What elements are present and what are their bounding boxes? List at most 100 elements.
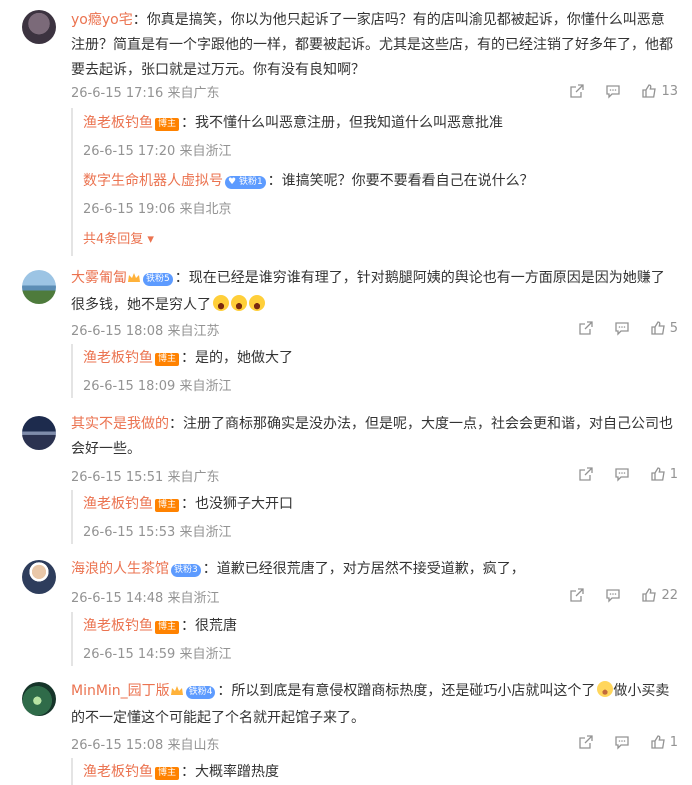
comment-username[interactable]: 海浪的人生茶馆 — [71, 561, 169, 577]
reply-username[interactable]: 渔老板钓鱼 — [83, 350, 153, 366]
crown-icon — [127, 268, 141, 293]
avatar[interactable] — [22, 682, 56, 716]
grimace-emoji-icon — [597, 681, 614, 697]
blogger-badge: 博主 — [155, 353, 180, 366]
comment-actions: 13 — [569, 83, 678, 99]
blogger-badge: 博主 — [155, 118, 180, 131]
thumbs-up-icon — [651, 467, 665, 481]
comment-item: MinMin_园丁版 铁粉4 ：所以到底是有意侵权蹭商标热度，还是碰巧小店就叫这个了… — [0, 676, 692, 785]
comment-username[interactable]: MinMin_园丁版 — [71, 683, 170, 699]
comment-body: 所以到底是有意侵权蹭商标热度，还是碰巧小店就叫这个了 — [231, 683, 596, 699]
reply-body: 我不懂什么叫恶意注册，但我知道什么叫恶意批准 — [195, 115, 504, 131]
comment-actions: 5 — [578, 320, 678, 336]
reply-username[interactable]: 渔老板钓鱼 — [83, 618, 153, 634]
reply-body: 也没狮子大开口 — [195, 496, 294, 512]
blogger-badge: 博主 — [155, 767, 180, 780]
reply-list: 渔老板钓鱼 博主 ：我不懂什么叫恶意注册，但我知道什么叫恶意批准 26-6-15 1… — [71, 108, 679, 256]
reply-username[interactable]: 数字生命机器人虚拟号 — [83, 173, 223, 189]
comment-icon — [615, 322, 629, 336]
reply-time: 26-6-15 17:20 来自浙江 — [83, 144, 232, 159]
comment-actions: 1 — [578, 466, 678, 482]
reply-body: 大概率蹭热度 — [195, 764, 280, 780]
reply-item: 渔老板钓鱼 博主 ：大概率蹭热度 — [83, 764, 280, 780]
comment-time: 26-6-15 15:08 来自山东 — [71, 738, 220, 753]
like-button[interactable]: 22 — [641, 587, 678, 603]
avatar[interactable] — [22, 270, 56, 304]
comment-button[interactable] — [614, 466, 630, 482]
fan-badge: 铁粉5 — [143, 273, 173, 286]
comment-body: 你真是搞笑，你以为他只起诉了一家店吗？有的店叫渝见都被起诉，你懂什么叫恶意注册？… — [71, 12, 673, 78]
like-count: 1 — [669, 734, 678, 750]
thumbs-up-icon — [651, 735, 665, 749]
share-button[interactable] — [578, 466, 594, 482]
reply-list: 渔老板钓鱼 博主 ：也没狮子大开口 26-6-15 15:53 来自浙江 — [71, 490, 679, 544]
reply-time: 26-6-15 18:09 来自浙江 — [83, 379, 232, 394]
reply-time: 26-6-15 19:06 来自北京 — [83, 202, 232, 217]
comment-button[interactable] — [605, 587, 621, 603]
reply-body: 是的，她做大了 — [195, 350, 294, 366]
share-icon — [570, 588, 585, 602]
fan-badge: ♥ 铁粉1 — [225, 176, 266, 189]
comment-text: MinMin_园丁版 铁粉4 ：所以到底是有意侵权蹭商标热度，还是碰巧小店就叫这个了… — [71, 681, 670, 726]
thumbs-up-icon — [651, 321, 665, 335]
reply-item: 数字生命机器人虚拟号 ♥ 铁粉1 ：谁搞笑呢？你要不要看看自己在说什么？ 26-6-… — [83, 170, 679, 217]
share-icon — [579, 321, 593, 335]
comment-text: 海浪的人生茶馆 铁粉3 ：道歉已经很荒唐了，对方居然不接受道歉，疯了， — [71, 561, 525, 577]
comment-icon — [615, 736, 629, 750]
like-count: 13 — [661, 83, 678, 99]
comment-time: 26-6-15 15:51 来自广东 — [71, 470, 220, 485]
share-icon — [570, 84, 585, 98]
share-button[interactable] — [569, 83, 585, 99]
comment-item: 其实不是我做的：注册了商标那确实是没办法，但是呢，大度一点，社会会更和谐，对自己… — [0, 408, 692, 548]
avatar[interactable] — [22, 416, 56, 450]
comment-username[interactable]: 大雾匍匐 — [71, 270, 127, 286]
like-button[interactable]: 1 — [650, 466, 678, 482]
comment-username[interactable]: yo瘾yo宅 — [71, 12, 133, 28]
share-button[interactable] — [569, 587, 585, 603]
comment-time: 26-6-15 14:48 来自浙江 — [71, 591, 220, 606]
share-icon — [579, 467, 593, 481]
reply-list: 渔老板钓鱼 博主 ：很荒唐 26-6-15 14:59 来自浙江 — [71, 612, 679, 666]
reply-time: 26-6-15 14:59 来自浙江 — [83, 647, 232, 662]
crown-icon — [170, 681, 184, 706]
comment-item: yo瘾yo宅：你真是搞笑，你以为他只起诉了一家店吗？有的店叫渝见都被起诉，你懂什… — [0, 0, 692, 256]
laughing-emoji-icon — [249, 295, 265, 311]
reply-username[interactable]: 渔老板钓鱼 — [83, 496, 153, 512]
reply-username[interactable]: 渔老板钓鱼 — [83, 115, 153, 131]
reply-item: 渔老板钓鱼 博主 ：我不懂什么叫恶意注册，但我知道什么叫恶意批准 26-6-15 1… — [83, 112, 679, 159]
like-button[interactable]: 13 — [641, 83, 678, 99]
avatar[interactable] — [22, 10, 56, 44]
comment-text: 其实不是我做的：注册了商标那确实是没办法，但是呢，大度一点，社会会更和谐，对自己… — [71, 416, 673, 457]
comment-button[interactable] — [614, 734, 630, 750]
share-icon — [579, 735, 593, 749]
comment-text: 大雾匍匐 铁粉5 ：现在已经是谁穷谁有理了，针对鹅腿阿姨的舆论也有一方面原因是因为她… — [71, 268, 665, 313]
avatar[interactable] — [22, 560, 56, 594]
share-button[interactable] — [578, 320, 594, 336]
reply-list: 渔老板钓鱼 博主 ：大概率蹭热度 — [71, 758, 679, 785]
share-button[interactable] — [578, 734, 594, 750]
comment-icon — [615, 468, 629, 482]
thumbs-up-icon — [642, 588, 657, 602]
like-count: 22 — [661, 587, 678, 603]
more-replies-link[interactable]: 共4条回复 ▾ — [83, 228, 679, 247]
comment-icon — [606, 589, 621, 603]
like-button[interactable]: 5 — [650, 320, 678, 336]
like-button[interactable]: 1 — [650, 734, 678, 750]
comment-time: 26-6-15 17:16 来自广东 — [71, 86, 220, 101]
reply-item: 渔老板钓鱼 博主 ：是的，她做大了 26-6-15 18:09 来自浙江 — [83, 347, 679, 394]
comment-button[interactable] — [614, 320, 630, 336]
reply-item: 渔老板钓鱼 博主 ：很荒唐 26-6-15 14:59 来自浙江 — [83, 615, 679, 662]
blogger-badge: 博主 — [155, 499, 180, 512]
comment-button[interactable] — [605, 83, 621, 99]
like-count: 1 — [669, 466, 678, 482]
like-count: 5 — [669, 320, 678, 336]
laughing-emoji-icon — [213, 295, 229, 311]
comment-item: 大雾匍匐 铁粉5 ：现在已经是谁穷谁有理了，针对鹅腿阿姨的舆论也有一方面原因是因为她… — [0, 262, 692, 402]
comment-time: 26-6-15 18:08 来自江苏 — [71, 324, 220, 339]
fan-badge: 铁粉3 — [171, 564, 201, 577]
comment-actions: 22 — [569, 587, 678, 603]
fan-badge: 铁粉4 — [185, 686, 216, 699]
comment-username[interactable]: 其实不是我做的 — [71, 416, 169, 432]
reply-username[interactable]: 渔老板钓鱼 — [83, 764, 153, 780]
reply-time: 26-6-15 15:53 来自浙江 — [83, 525, 232, 540]
